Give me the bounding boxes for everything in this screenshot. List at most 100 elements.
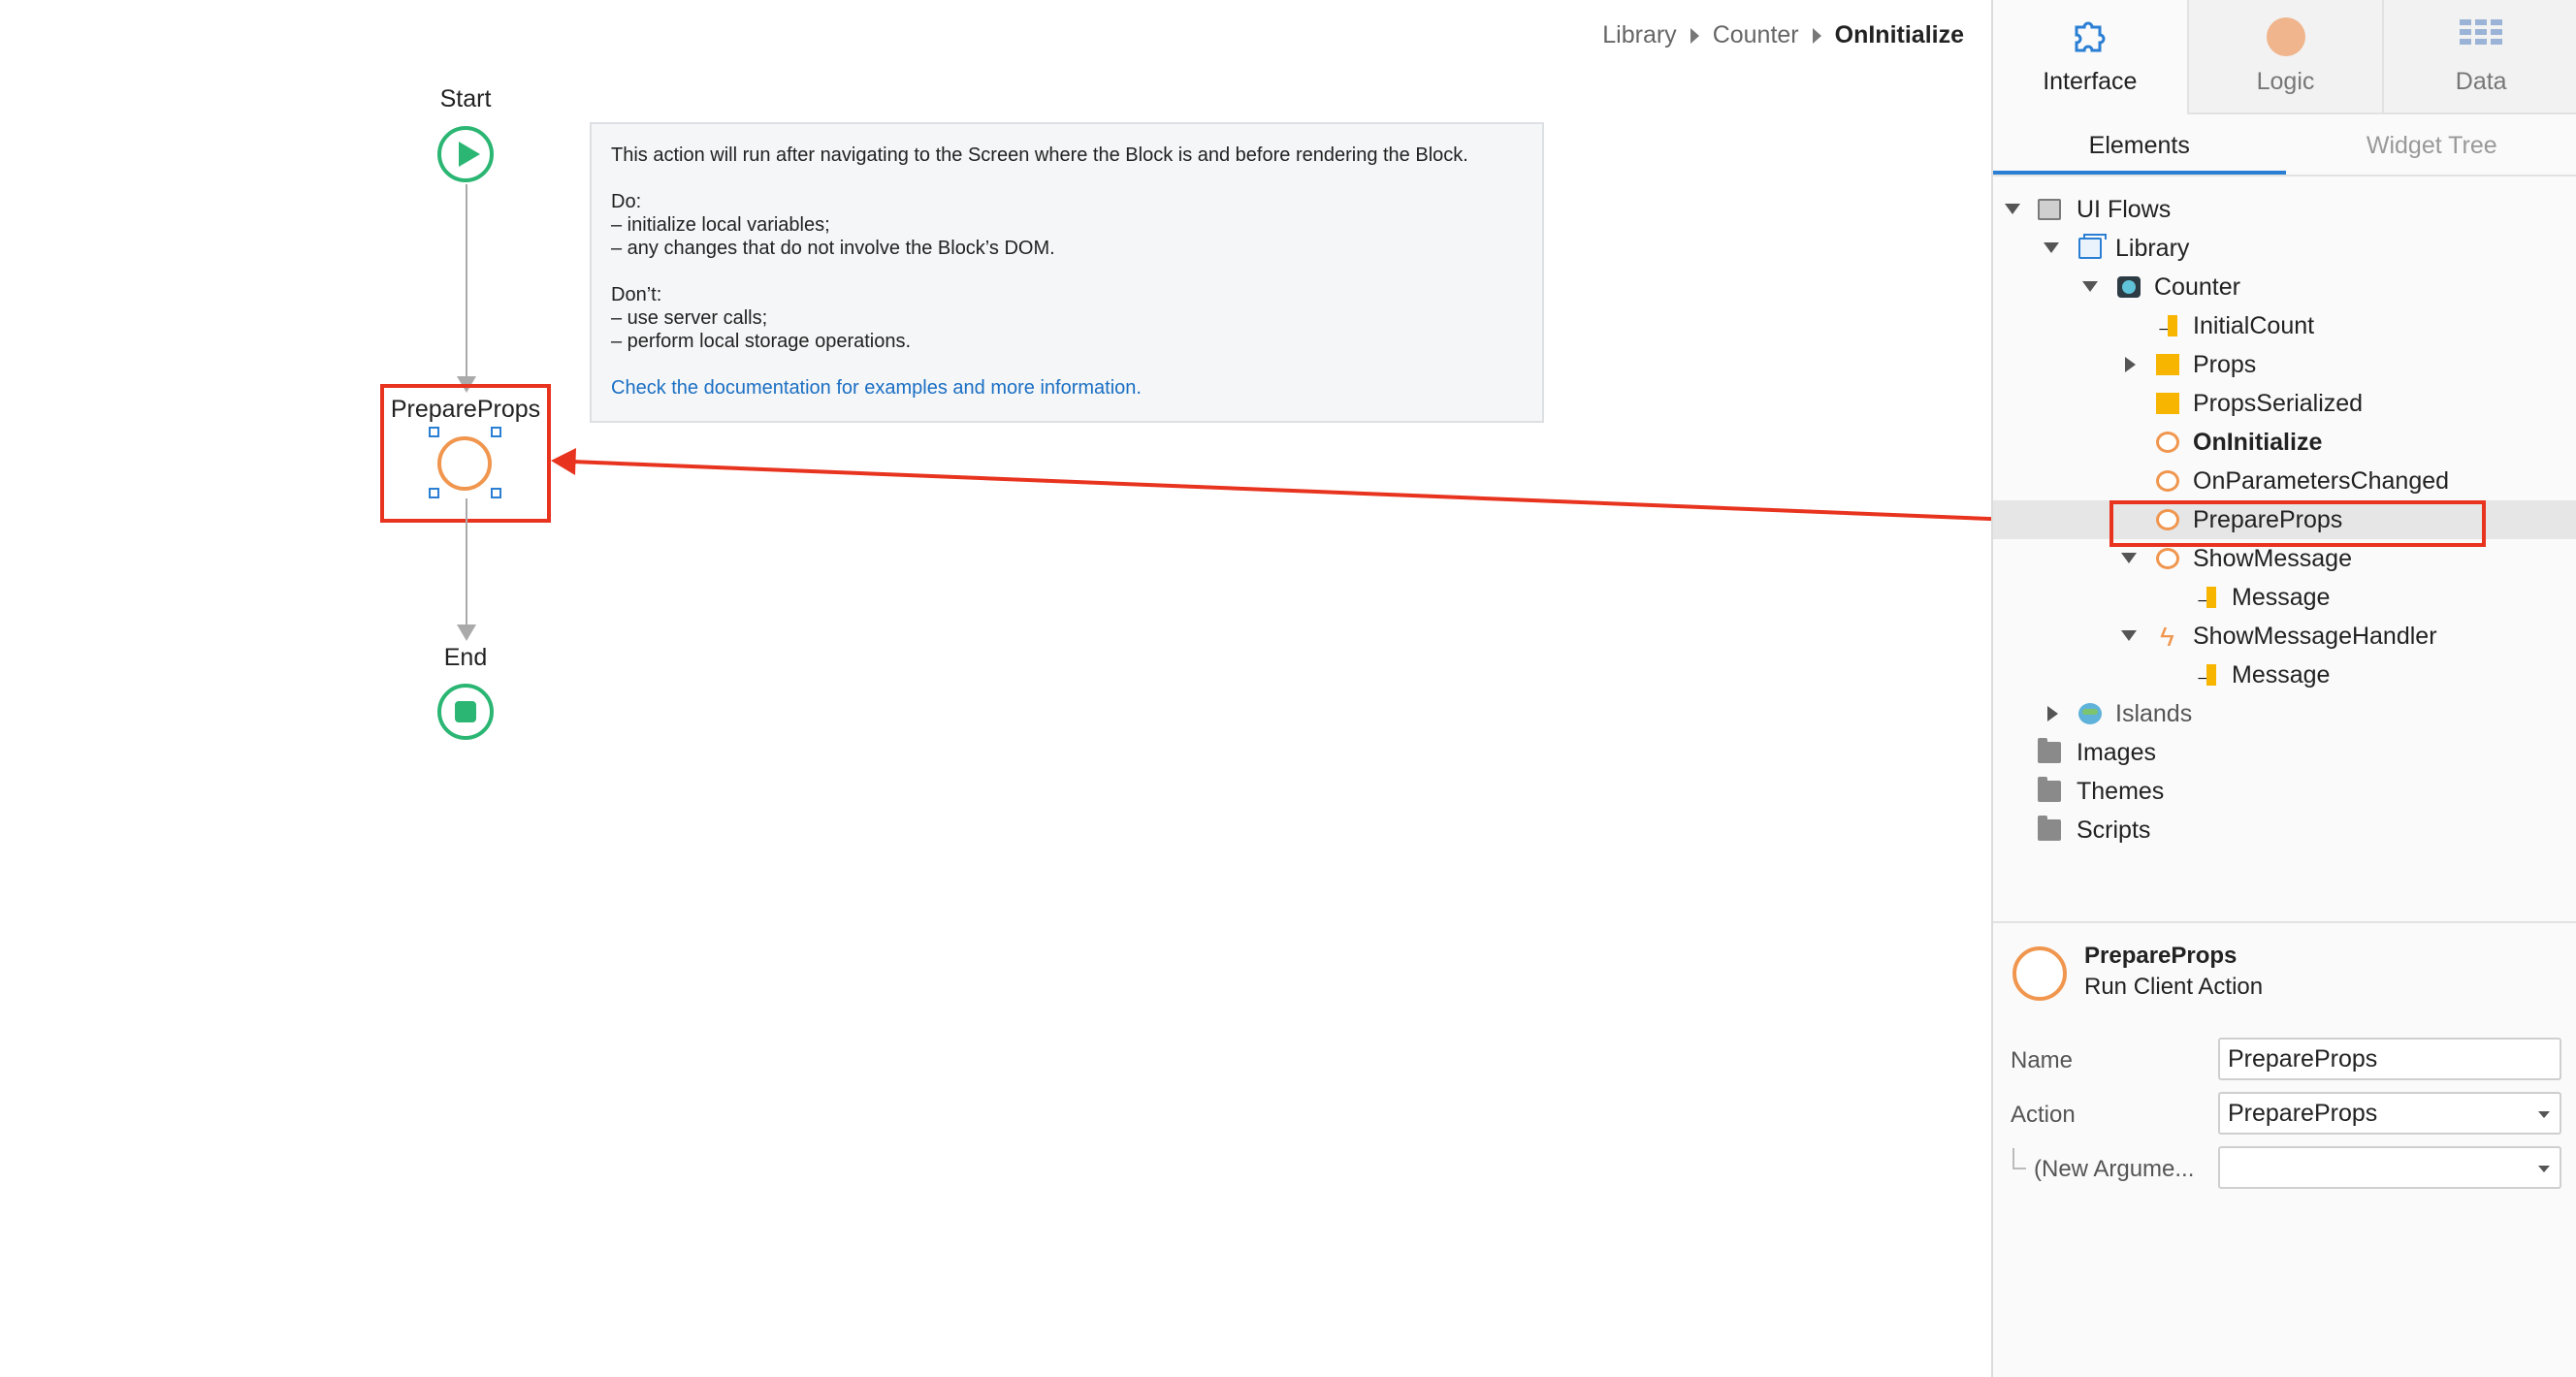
- action-node-label: PrepareProps: [390, 396, 541, 423]
- tree-item-label: Counter: [2154, 273, 2240, 301]
- info-do-item: – initialize local variables;: [611, 214, 830, 236]
- tree-item-message[interactable]: Message: [1993, 577, 2576, 617]
- run-client-action-node[interactable]: [437, 436, 492, 491]
- action-select-value: PrepareProps: [2228, 1100, 2378, 1127]
- tree-item-label: Library: [2115, 235, 2190, 262]
- resize-handle[interactable]: [491, 427, 501, 437]
- client-action-icon: [2156, 470, 2179, 492]
- collapse-toggle-icon[interactable]: [2005, 204, 2020, 214]
- tree-item-images[interactable]: Images: [1993, 733, 2576, 772]
- argument-select[interactable]: [2218, 1146, 2561, 1189]
- tree-item-initialcount[interactable]: InitialCount: [1993, 305, 2576, 345]
- tree-item-library[interactable]: Library: [1993, 229, 2576, 268]
- tab-label: Data: [2455, 68, 2507, 95]
- play-icon: [459, 142, 480, 167]
- tab-interface[interactable]: Interface: [1993, 0, 2187, 114]
- tree-item-themes[interactable]: Themes: [1993, 772, 2576, 811]
- puzzle-icon: [2075, 21, 2106, 52]
- tree-item-onparameterschanged[interactable]: OnParametersChanged: [1993, 462, 2576, 500]
- folder-icon: [2038, 777, 2061, 802]
- breadcrumb-library[interactable]: Library: [1602, 21, 1676, 49]
- properties-subtitle: Run Client Action: [2084, 974, 2264, 1000]
- property-argument-row: (New Argume...: [1993, 1146, 2576, 1191]
- property-label: Action: [2011, 1102, 2076, 1128]
- end-node[interactable]: [437, 684, 494, 740]
- folder-icon: [2038, 738, 2061, 763]
- tree-item-showmessagehandler[interactable]: ShowMessageHandler: [1993, 617, 2576, 656]
- tree-item-ui-flows[interactable]: UI Flows: [1993, 190, 2576, 229]
- breadcrumb-separator-icon: [1812, 27, 1821, 44]
- properties-header: PrepareProps Run Client Action: [1993, 931, 2576, 1009]
- property-label: Name: [2011, 1047, 2074, 1073]
- resize-handle[interactable]: [491, 488, 501, 498]
- connector-line: [466, 184, 467, 380]
- collapse-toggle-icon[interactable]: [2044, 242, 2059, 253]
- right-panel: Interface Logic Data Elements Widget Tre…: [1991, 0, 2576, 1377]
- structure-icon: [2156, 354, 2179, 375]
- resize-handle[interactable]: [429, 488, 439, 498]
- input-parameter-icon: [2154, 305, 2179, 344]
- action-select[interactable]: PrepareProps: [2218, 1092, 2561, 1135]
- tree-item-props[interactable]: Props: [1993, 345, 2576, 384]
- expand-toggle-icon[interactable]: [2047, 706, 2058, 721]
- info-dont-item: – use server calls;: [611, 307, 768, 329]
- resize-handle[interactable]: [429, 427, 439, 437]
- info-dont-title: Don’t:: [611, 284, 662, 305]
- breadcrumb-counter[interactable]: Counter: [1713, 21, 1799, 49]
- panel-tabs: Interface Logic Data: [1993, 0, 2576, 114]
- tree-item-label: ShowMessageHandler: [2193, 623, 2437, 650]
- collapse-toggle-icon[interactable]: [2121, 630, 2137, 641]
- start-label: Start: [439, 85, 492, 112]
- tree-item-label: UI Flows: [2077, 196, 2172, 223]
- flow-canvas[interactable]: Library Counter OnInitialize Start Prepa…: [0, 0, 1991, 1377]
- block-icon: [2117, 276, 2141, 298]
- breadcrumb-separator-icon: [1690, 27, 1699, 44]
- folder-open-icon: [2038, 199, 2061, 220]
- tree-item-label: Message: [2232, 661, 2331, 688]
- tab-label: Interface: [2043, 68, 2138, 95]
- tree-bracket-icon: [2012, 1148, 2026, 1169]
- dropdown-caret-icon: [2538, 1166, 2550, 1172]
- input-parameter-icon: [2193, 655, 2218, 693]
- breadcrumb-current: OnInitialize: [1834, 21, 1964, 48]
- name-field[interactable]: PrepareProps: [2218, 1038, 2561, 1080]
- panel-subtabs: Elements Widget Tree: [1993, 114, 2576, 176]
- action-info-box: This action will run after navigating to…: [590, 122, 1544, 423]
- tree-item-message[interactable]: Message: [1993, 655, 2576, 694]
- info-do-title: Do:: [611, 191, 642, 212]
- client-action-icon: [2012, 946, 2067, 1001]
- tree-item-label: PropsSerialized: [2193, 390, 2364, 417]
- connector-line: [466, 498, 467, 626]
- arrow-down-icon: [457, 624, 476, 641]
- tree-item-label: Message: [2232, 584, 2331, 611]
- collapse-toggle-icon[interactable]: [2082, 281, 2098, 292]
- ui-flow-icon: [2078, 234, 2107, 259]
- divider: [1993, 921, 2576, 923]
- tree-item-label: OnParametersChanged: [2193, 467, 2450, 495]
- input-parameter-icon: [2193, 577, 2218, 616]
- collapse-toggle-icon[interactable]: [2121, 553, 2137, 563]
- expand-toggle-icon[interactable]: [2125, 357, 2136, 372]
- tree-item-scripts[interactable]: Scripts: [1993, 811, 2576, 849]
- highlight-box-tree: [2109, 500, 2486, 547]
- client-action-icon: [2156, 548, 2179, 569]
- tree-item-label: InitialCount: [2193, 312, 2315, 339]
- property-name-row: Name PrepareProps: [1993, 1038, 2576, 1082]
- start-node[interactable]: [437, 126, 494, 182]
- documentation-link[interactable]: Check the documentation for examples and…: [611, 376, 1523, 400]
- tree-item-oninitialize[interactable]: OnInitialize: [1993, 423, 2576, 462]
- info-intro: This action will run after navigating to…: [611, 144, 1468, 166]
- tree-item-counter[interactable]: Counter: [1993, 268, 2576, 306]
- tab-data[interactable]: Data: [2382, 0, 2576, 114]
- tree-item-islands[interactable]: Islands: [1993, 694, 2576, 733]
- tree-item-label: Themes: [2077, 778, 2165, 805]
- breadcrumb: Library Counter OnInitialize: [1602, 21, 1964, 49]
- tab-logic[interactable]: Logic: [2186, 0, 2383, 114]
- property-label: (New Argume...: [2034, 1156, 2195, 1182]
- info-dont-item: – perform local storage operations.: [611, 331, 912, 352]
- variable-icon: [2156, 393, 2179, 414]
- properties-title: PrepareProps: [2084, 943, 2238, 969]
- subtab-widget-tree[interactable]: Widget Tree: [2286, 114, 2576, 175]
- subtab-elements[interactable]: Elements: [1993, 114, 2286, 175]
- tree-item-propsserialized[interactable]: PropsSerialized: [1993, 384, 2576, 423]
